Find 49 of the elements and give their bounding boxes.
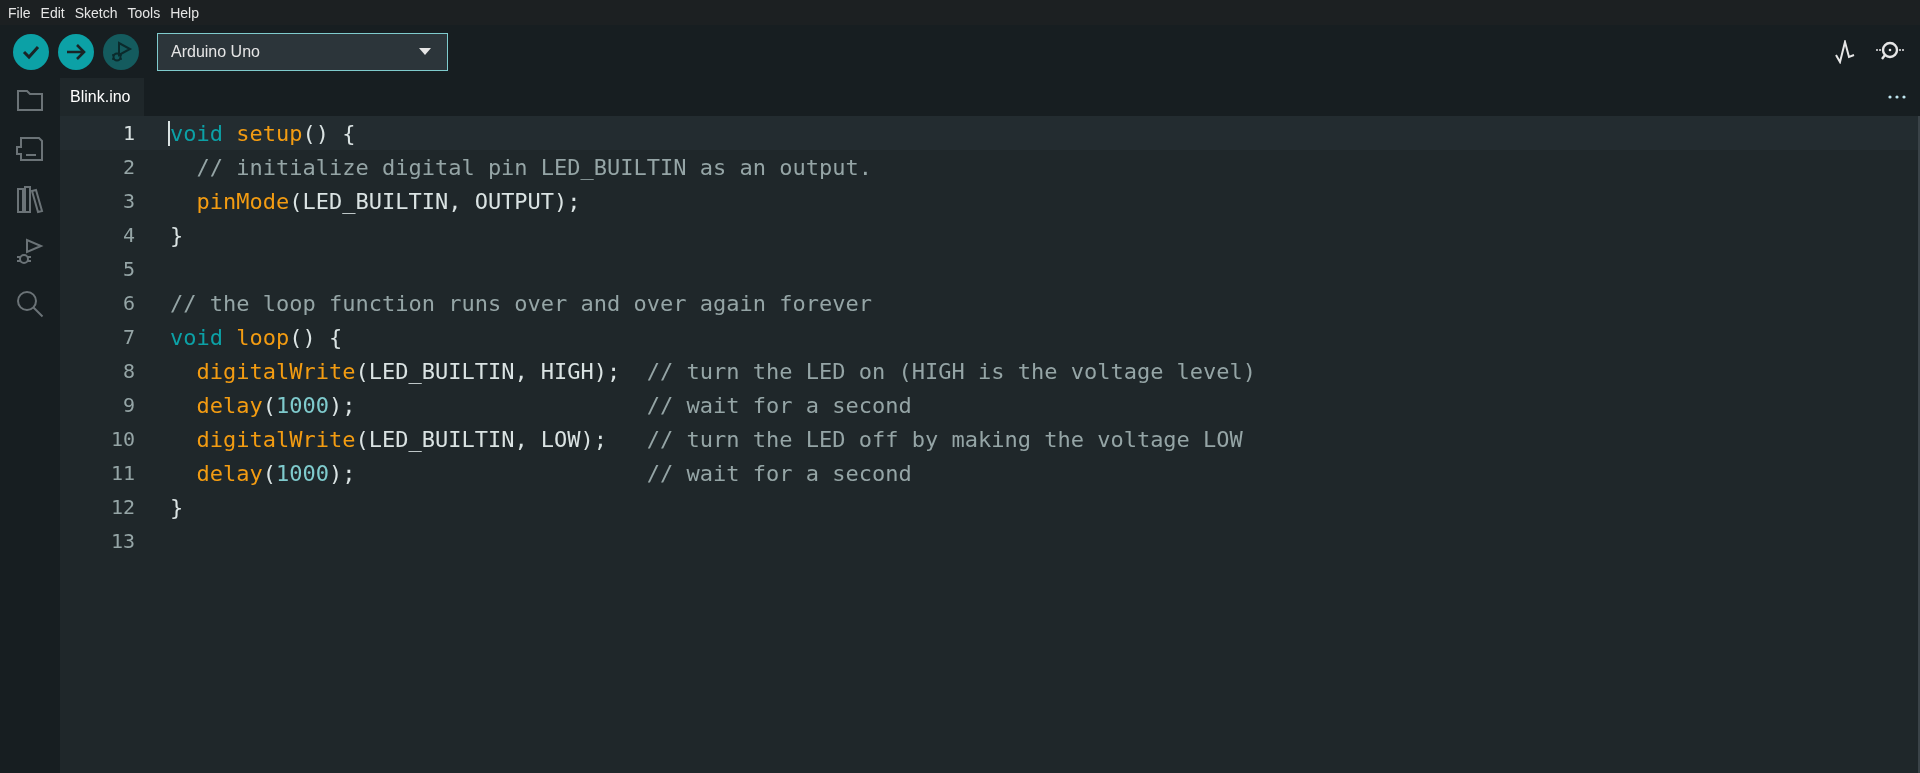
- bug-play-icon: [16, 238, 44, 266]
- line-number: 4: [121, 223, 135, 247]
- code-line: void setup() {: [168, 120, 356, 146]
- code-line: // initialize digital pin LED_BUILTIN as an output.: [195, 154, 872, 180]
- code-line: delay(1000); // wait for a second: [195, 392, 912, 418]
- menu-item[interactable]: Sketch: [70, 4, 124, 21]
- file-tab[interactable]: Blink.ino: [60, 78, 145, 116]
- line-number: 2: [121, 155, 135, 179]
- line-number: 6: [121, 291, 135, 315]
- bug-play-icon: [109, 39, 133, 64]
- verify-button[interactable]: [13, 33, 49, 70]
- line-number: 1: [121, 121, 135, 145]
- code-line: }: [169, 222, 184, 248]
- upload-button[interactable]: [58, 33, 94, 70]
- menu-item[interactable]: Tools: [123, 4, 167, 21]
- code-line: digitalWrite(LED_BUILTIN, LOW); // turn the LED off by making the voltage LOW: [195, 426, 1243, 452]
- library-icon: [16, 186, 44, 214]
- code-line: // the loop function runs over and over again forever: [169, 290, 872, 316]
- code-line: pinMode(LED_BUILTIN, OUTPUT);: [195, 188, 581, 214]
- menu-item[interactable]: Help: [166, 4, 205, 21]
- code-line: digitalWrite(LED_BUILTIN, HIGH); // turn the LED on (HIGH is the voltage level): [195, 358, 1257, 384]
- sidebar-button[interactable]: [16, 136, 44, 162]
- code-line: delay(1000); // wait for a second: [195, 460, 912, 486]
- folder-icon: [16, 88, 44, 112]
- board-icon: [16, 136, 44, 162]
- line-number: 3: [121, 189, 135, 213]
- menu-item[interactable]: Edit: [36, 4, 71, 21]
- more-icon: [1888, 95, 1906, 99]
- board-select[interactable]: Arduino Uno: [157, 32, 448, 71]
- line-number: 5: [121, 257, 135, 281]
- arrow-right-icon: [65, 41, 87, 62]
- code-line: }: [169, 494, 184, 520]
- caret-icon: [419, 48, 431, 55]
- pulse-icon: [1834, 39, 1856, 64]
- sidebar-button[interactable]: [16, 88, 44, 112]
- menu-item[interactable]: File: [4, 4, 37, 21]
- line-number: 13: [109, 529, 135, 553]
- line-number: 10: [109, 427, 135, 451]
- line-number: 9: [121, 393, 135, 417]
- line-number: 11: [109, 461, 135, 485]
- sidebar-button[interactable]: [16, 290, 44, 318]
- sidebar-button[interactable]: [16, 238, 44, 266]
- line-number: 7: [121, 325, 135, 349]
- sidebar-button[interactable]: [16, 186, 44, 214]
- line-number: 12: [109, 495, 135, 519]
- search-icon: [16, 290, 44, 318]
- line-number: 8: [121, 359, 135, 383]
- code-line: void loop() {: [169, 324, 343, 350]
- plotter-button[interactable]: [1834, 39, 1856, 64]
